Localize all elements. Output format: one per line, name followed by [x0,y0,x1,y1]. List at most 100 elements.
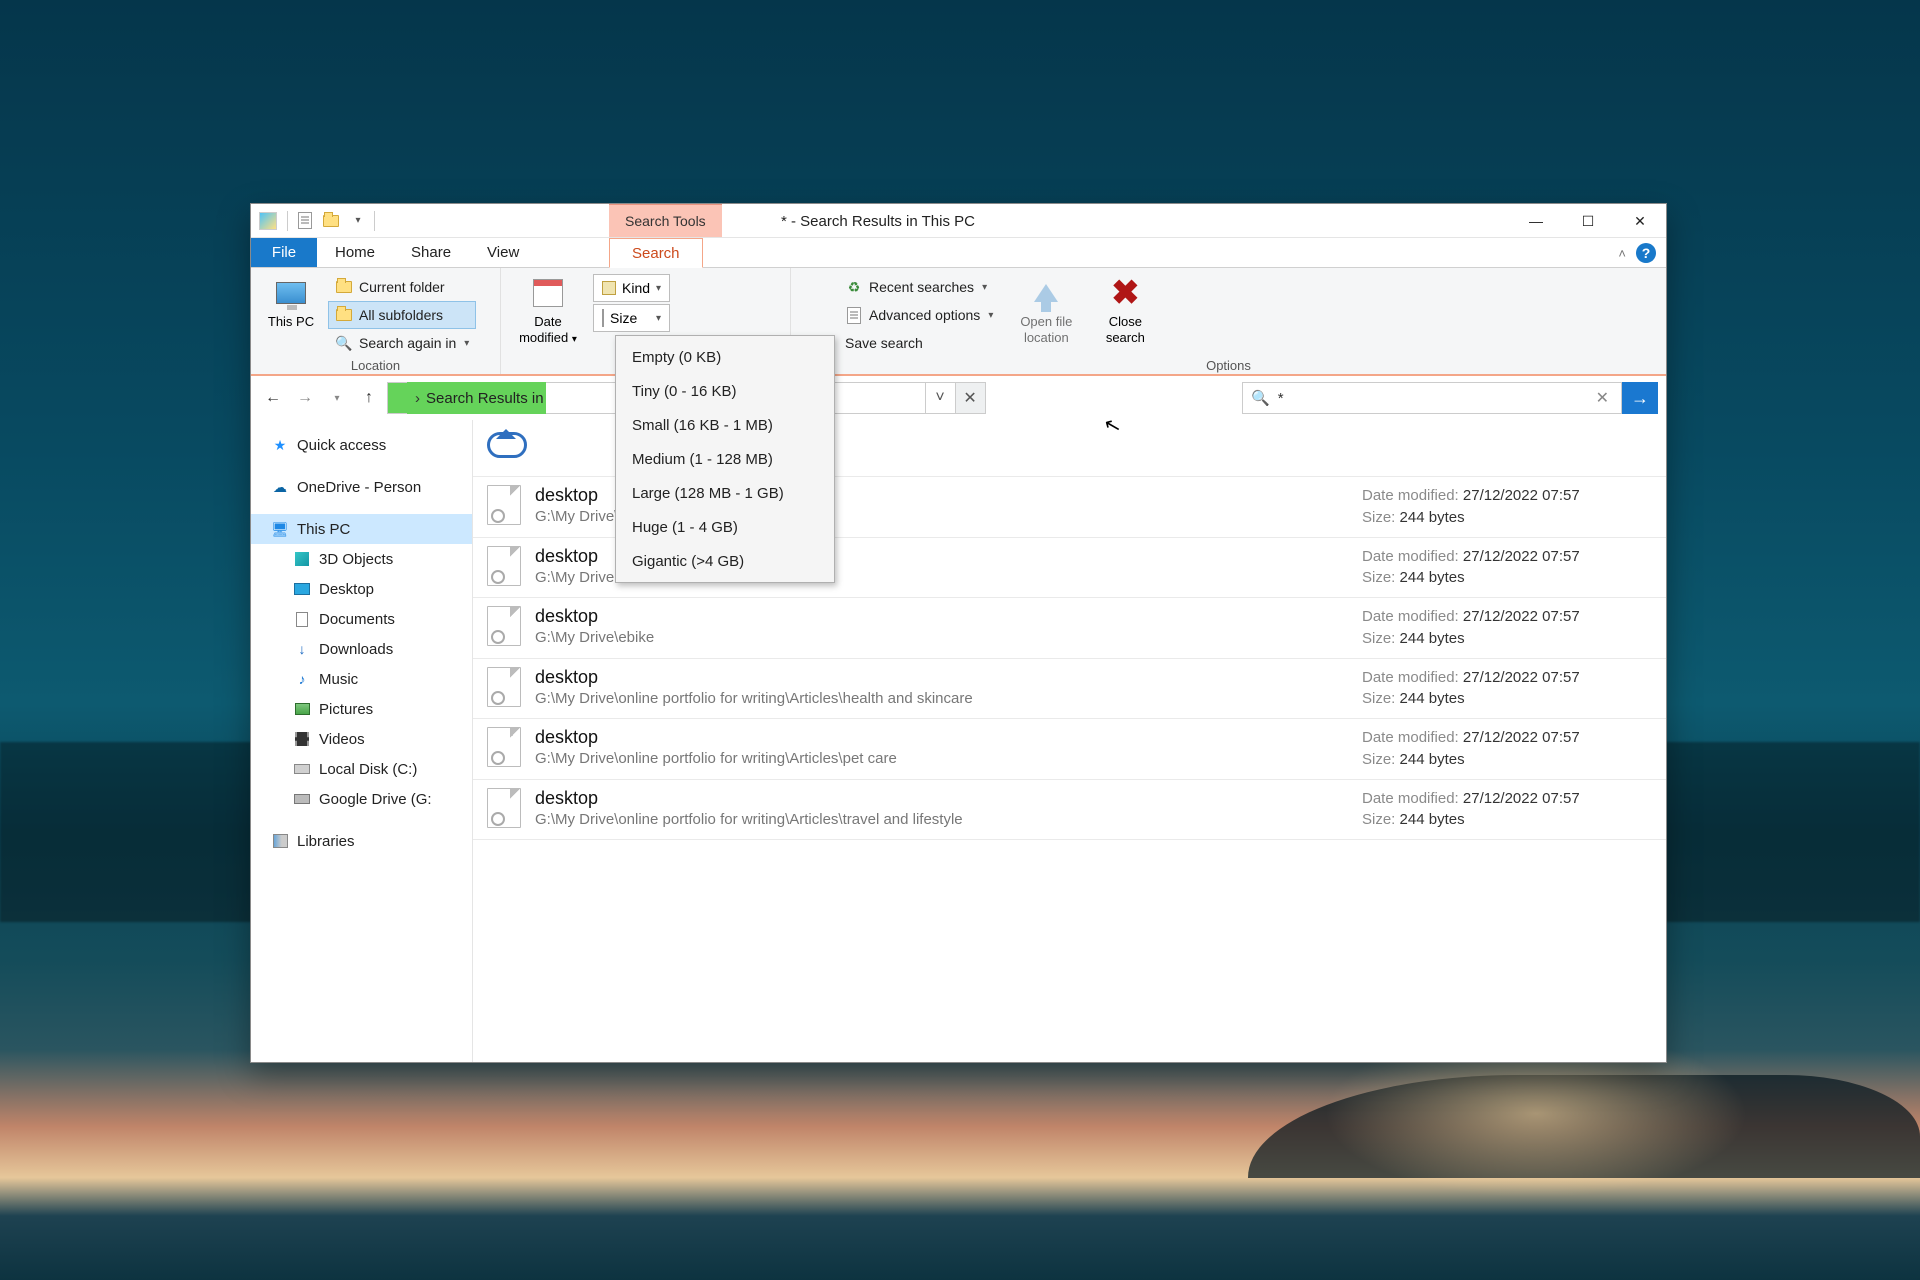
label-date-modified: Date modified: [1362,487,1459,504]
cube-icon [295,552,309,566]
save-search-button[interactable]: Save search [839,330,999,356]
qat-customize-icon[interactable]: ▾ [345,209,369,233]
nav-documents[interactable]: Documents [251,604,472,634]
list-icon [847,307,861,324]
result-path: G:\My Drive\ebike [535,629,1362,646]
file-icon [487,788,521,828]
tab-view[interactable]: View [469,238,537,267]
libraries-icon [273,834,288,848]
value-size: 244 bytes [1400,630,1465,647]
open-file-location-button[interactable]: Open file location [1005,272,1087,345]
recent-searches-button[interactable]: ♻ Recent searches ▾ [839,274,999,300]
result-name: desktop [535,667,1362,688]
value-size: 244 bytes [1400,811,1465,828]
nav-recent-button[interactable]: ▾ [323,384,351,412]
disk-icon [294,764,310,774]
minimize-button[interactable]: ― [1510,204,1562,238]
size-gigantic[interactable]: Gigantic (>4 GB) [618,544,832,578]
result-row[interactable]: desktopG:\My Drive\online portfolio for … [473,780,1666,841]
label-size: Size: [1362,751,1395,768]
search-query-text: * [1278,390,1584,407]
value-size: 244 bytes [1400,690,1465,707]
qat-new-folder-icon[interactable] [319,209,343,233]
cloud-icon: ☁ [271,478,289,496]
window-title: * - Search Results in This PC [781,204,975,238]
file-icon [487,428,521,468]
nav-3d-objects[interactable]: 3D Objects [251,544,472,574]
current-folder-button[interactable]: Current folder [329,274,475,300]
nav-back-button[interactable]: ← [259,384,287,412]
nav-libraries[interactable]: Libraries [251,826,472,856]
size-large[interactable]: Large (128 MB - 1 GB) [618,476,832,510]
tab-search[interactable]: Search [609,238,703,268]
file-icon [487,727,521,767]
size-huge[interactable]: Huge (1 - 4 GB) [618,510,832,544]
size-tiny[interactable]: Tiny (0 - 16 KB) [618,374,832,408]
qat-properties-icon[interactable] [293,209,317,233]
result-name: desktop [535,788,1362,809]
file-icon [487,485,521,525]
monitor-icon [276,282,306,304]
size-small[interactable]: Small (16 KB - 1 MB) [618,408,832,442]
result-row[interactable]: desktop G:\My Drive\online portfolio for … [473,659,1666,720]
close-search-button[interactable]: ✖ Close search [1093,272,1157,345]
result-row[interactable]: desktopG:\My Drive\online portfolio for … [473,719,1666,780]
label-date-modified: Date modified: [1362,608,1459,625]
nav-up-button[interactable]: ↑ [355,384,383,412]
close-button[interactable]: ✕ [1614,204,1666,238]
address-history-button[interactable]: ˅ [926,382,956,414]
nav-local-disk[interactable]: Local Disk (C:) [251,754,472,784]
nav-forward-button[interactable]: → [291,384,319,412]
nav-videos[interactable]: Videos [251,724,472,754]
tab-home[interactable]: Home [317,238,393,267]
nav-music[interactable]: ♪Music [251,664,472,694]
ribbon-collapse-icon[interactable]: ˄ [1618,246,1626,261]
this-pc-label: This PC [268,314,314,330]
chevron-right-icon[interactable]: › [409,390,426,407]
nav-google-drive[interactable]: Google Drive (G: [251,784,472,814]
tab-file[interactable]: File [251,238,317,267]
value-date-modified: 27/12/2022 07:57 [1463,548,1580,565]
size-empty[interactable]: Empty (0 KB) [618,340,832,374]
this-pc-scope-button[interactable]: This PC [259,272,323,330]
navigation-pane: ★Quick access ☁OneDrive - Person 🖥This P… [251,420,473,1062]
music-icon: ♪ [293,670,311,688]
size-medium[interactable]: Medium (1 - 128 MB) [618,442,832,476]
value-date-modified: 27/12/2022 07:57 [1463,608,1580,625]
result-name: desktop [535,606,1362,627]
nav-pictures[interactable]: Pictures [251,694,472,724]
address-refresh-button[interactable]: ✕ [956,382,986,414]
folder-icon [336,281,352,293]
close-x-icon: ✖ [1111,276,1140,310]
tab-share[interactable]: Share [393,238,469,267]
search-input[interactable]: 🔍 * ✕ [1242,382,1622,414]
recycle-icon: ♻ [845,278,863,296]
address-progress-icon [387,382,407,414]
nav-downloads[interactable]: ↓Downloads [251,634,472,664]
nav-quick-access[interactable]: ★Quick access [251,430,472,460]
search-again-in-button[interactable]: 🔍 Search again in ▾ [329,330,475,356]
result-path: G:\My Drive\online portfolio for writing… [535,690,1362,707]
all-subfolders-button[interactable]: All subfolders [329,302,475,328]
value-size: 244 bytes [1400,569,1465,586]
nav-onedrive[interactable]: ☁OneDrive - Person [251,472,472,502]
breadcrumb[interactable]: Search Results in [426,390,544,407]
label-size: Size: [1362,569,1395,586]
search-go-button[interactable]: → [1622,382,1658,414]
nav-this-pc[interactable]: 🖥This PC [251,514,472,544]
result-row[interactable]: desktop G:\My Drive\ebikeDate modified: 2… [473,598,1666,659]
nav-desktop[interactable]: Desktop [251,574,472,604]
maximize-button[interactable]: ☐ [1562,204,1614,238]
value-date-modified: 27/12/2022 07:57 [1463,729,1580,746]
kind-button[interactable]: Kind▾ [593,274,670,302]
help-icon[interactable]: ? [1636,243,1656,263]
result-name: desktop [535,727,1362,748]
date-modified-button[interactable]: Date modified ▾ [509,272,587,346]
calendar-icon [533,279,563,307]
advanced-options-button[interactable]: Advanced options ▾ [839,302,999,328]
label-date-modified: Date modified: [1362,729,1459,746]
search-clear-button[interactable]: ✕ [1592,388,1613,408]
value-date-modified: 27/12/2022 07:57 [1463,669,1580,686]
size-button[interactable]: Size▾ [593,304,670,332]
document-icon [602,309,604,327]
